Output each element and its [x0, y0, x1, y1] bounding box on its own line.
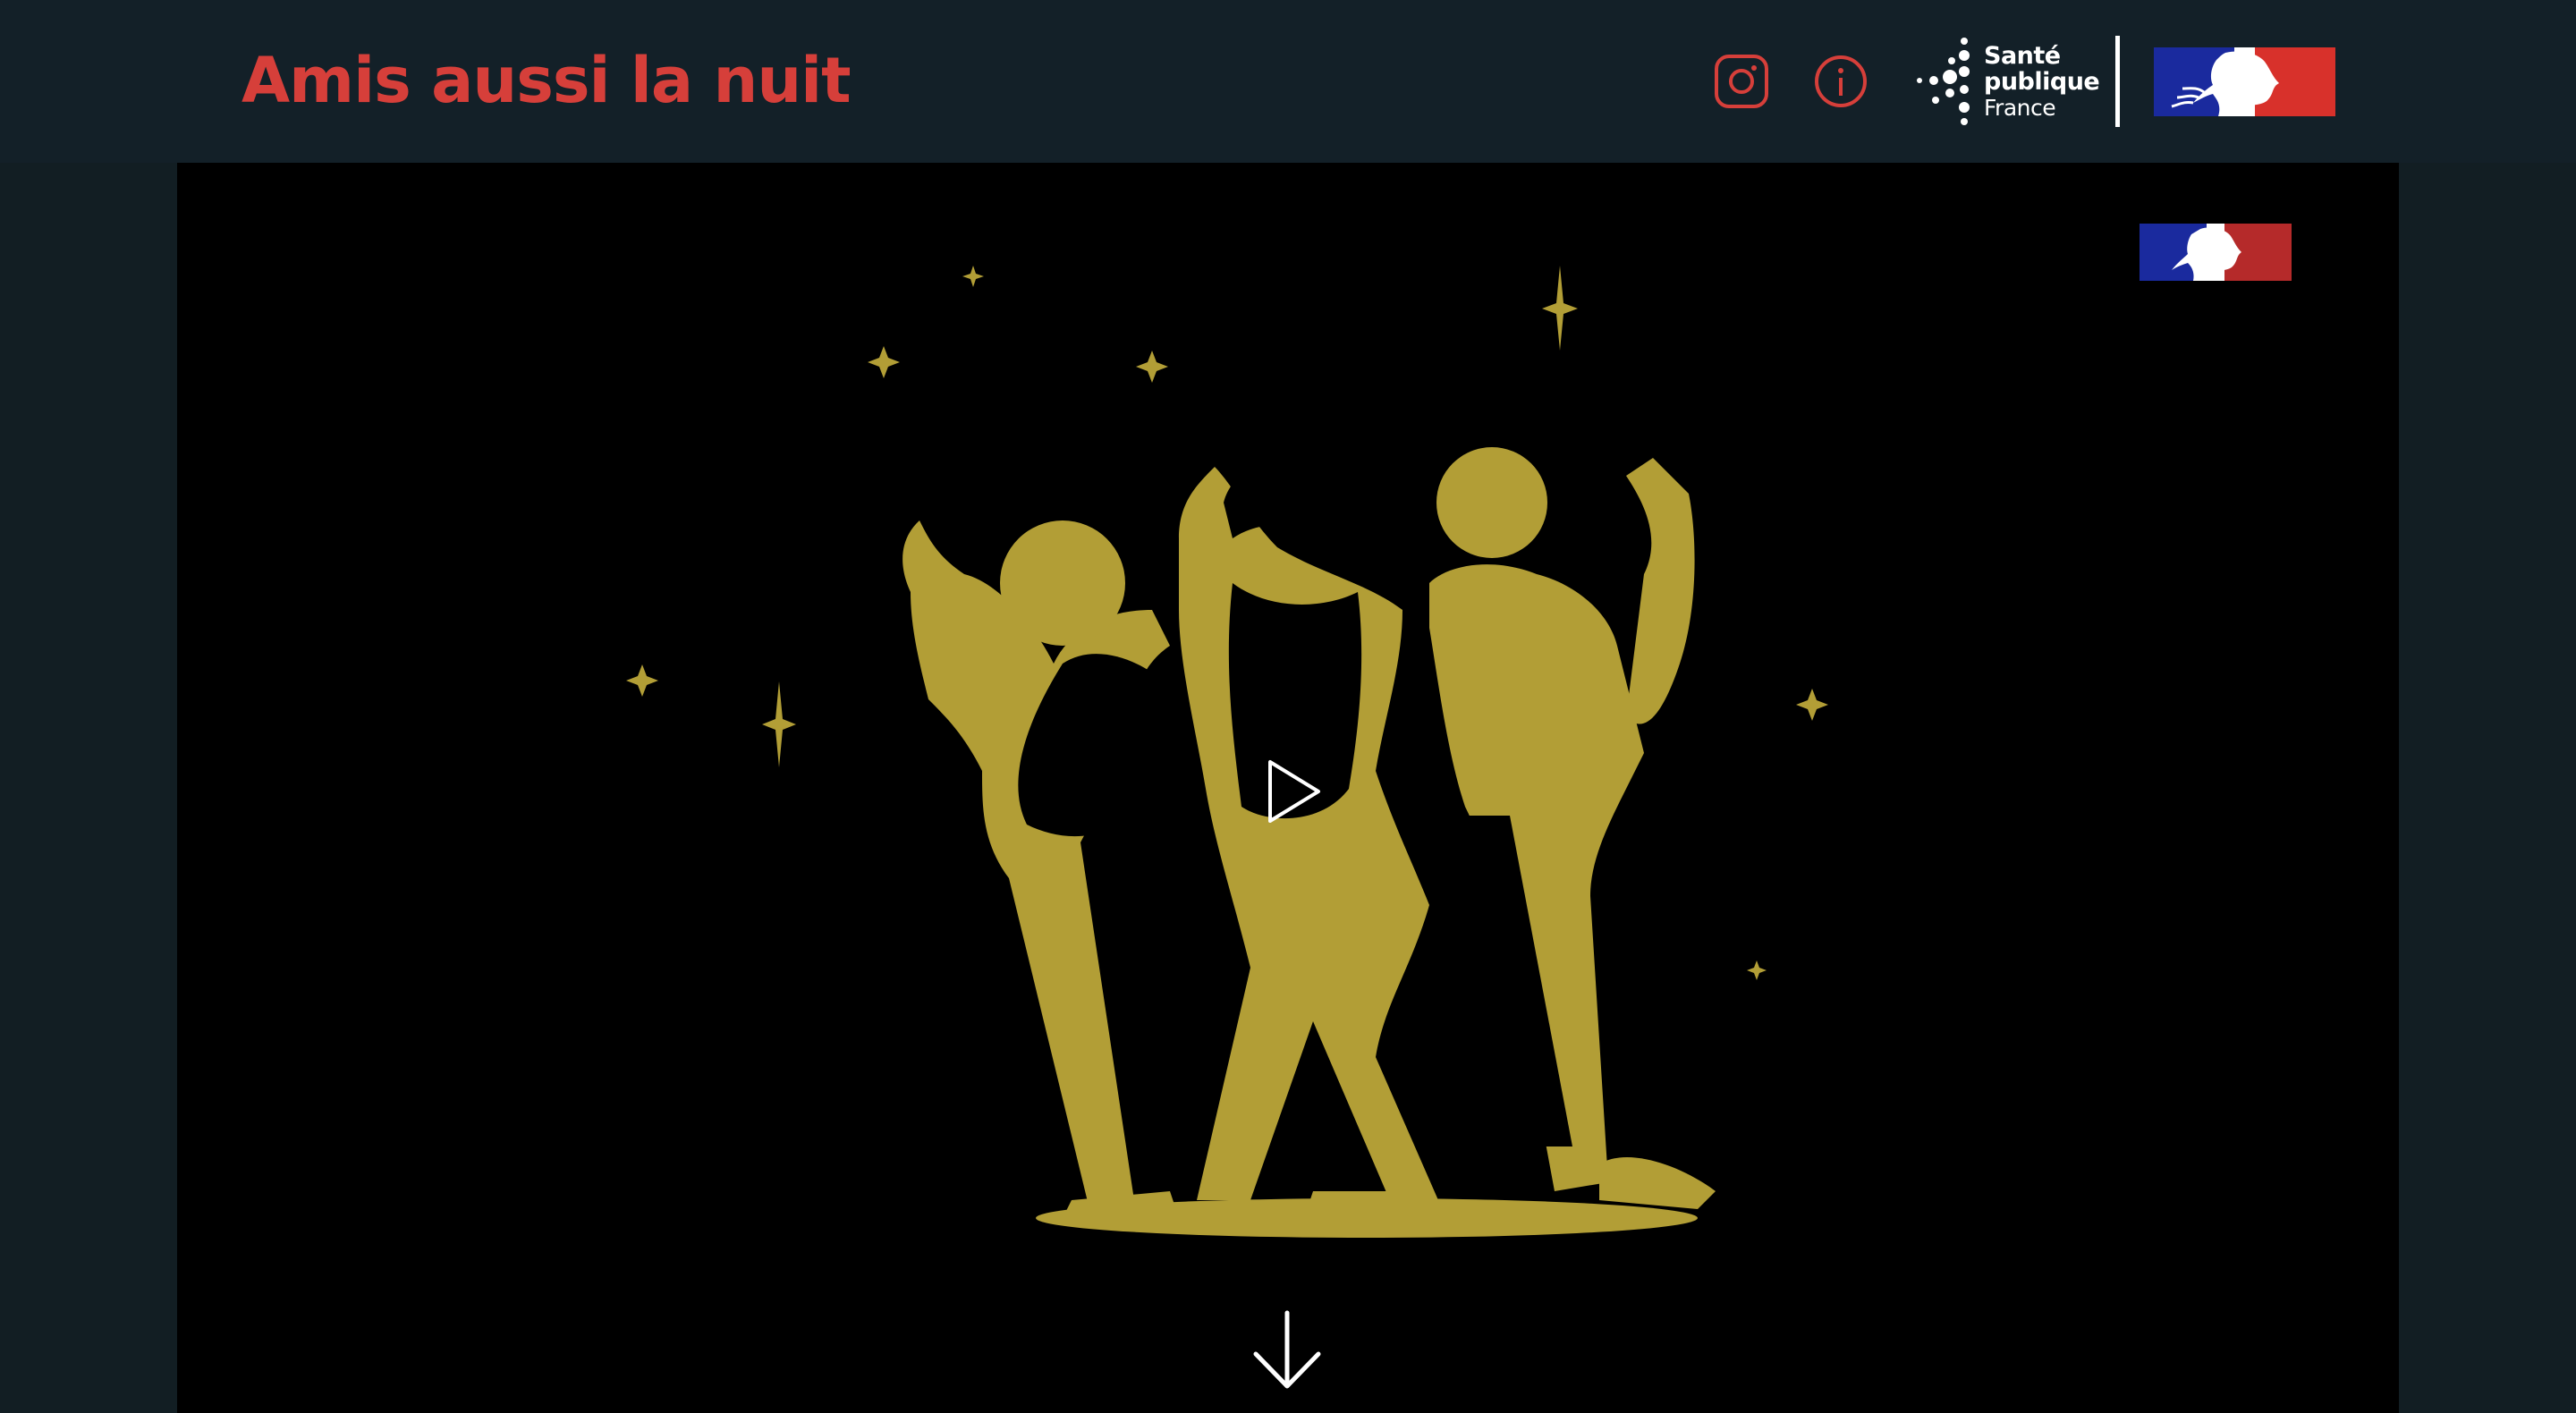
spf-wordmark: Santé publique France	[1984, 42, 2100, 121]
video-marianne-watermark	[2140, 224, 2292, 281]
info-icon[interactable]	[1811, 52, 1870, 111]
instagram-icon[interactable]	[1712, 52, 1771, 111]
site-header: Amis aussi la nuit Santé publique France	[0, 0, 2576, 163]
spf-dots-icon	[1917, 38, 1970, 125]
marianne-logo[interactable]	[2154, 47, 2335, 116]
spf-line-3: France	[1984, 95, 2056, 121]
spf-line-1: Santé	[1984, 42, 2061, 70]
spf-line-2: publique	[1984, 68, 2100, 96]
sante-publique-france-logo[interactable]: Santé publique France	[1914, 34, 2100, 129]
logo-divider	[2115, 36, 2120, 127]
arrow-down-icon[interactable]	[1247, 1307, 1327, 1393]
play-icon[interactable]	[1241, 742, 1340, 841]
site-title[interactable]: Amis aussi la nuit	[242, 43, 852, 118]
video-player[interactable]	[177, 163, 2399, 1413]
